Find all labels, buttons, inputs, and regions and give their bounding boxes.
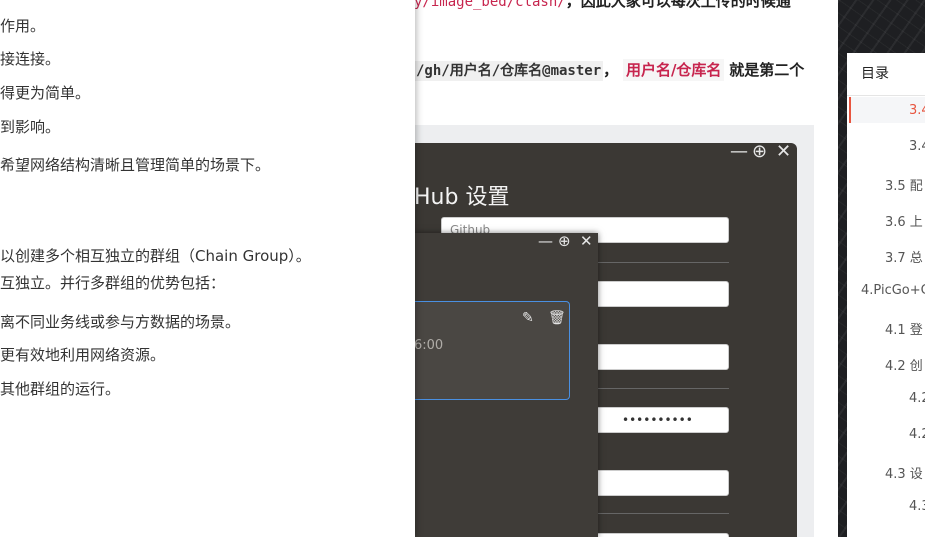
- minimize-icon[interactable]: —: [538, 233, 553, 249]
- doc-line: 离不同业务线或参与方数据的场景。: [0, 313, 241, 331]
- article-text-1: ，因此大家可以每次上传的时候通: [565, 0, 791, 10]
- edit-icon[interactable]: ✎: [522, 310, 534, 326]
- toc-item[interactable]: 4.1 登: [885, 319, 923, 338]
- inline-code-repo: 用户名/仓库名: [622, 59, 725, 81]
- config-list-dialog: — ⊕ ✕ ✎ 🗑 6:00: [414, 233, 598, 537]
- divider: [847, 95, 925, 96]
- maximize-icon[interactable]: ⊕: [752, 143, 767, 161]
- toc-item[interactable]: 3.6 上: [885, 211, 923, 230]
- doc-line: 接连接。: [0, 50, 61, 68]
- doc-line: 到影响。: [0, 118, 61, 136]
- toc-item[interactable]: 3.5 配: [885, 175, 923, 194]
- toc-item[interactable]: 4.3 设: [885, 463, 923, 482]
- config-card[interactable]: ✎ 🗑 6:00: [414, 301, 570, 400]
- toc-item[interactable]: 4.2 创: [885, 355, 923, 374]
- article-paragraph-1: y/image_bed/clash/，因此大家可以每次上传的时候通: [414, 0, 791, 11]
- doc-line: 作用。: [0, 17, 46, 35]
- doc-line: 更有效地利用网络资源。: [0, 346, 166, 364]
- settings-title: Hub 设置: [414, 185, 510, 210]
- close-icon[interactable]: ✕: [776, 143, 791, 161]
- close-icon[interactable]: ✕: [580, 233, 593, 249]
- article-separator: ，: [603, 61, 619, 79]
- toc-item[interactable]: 3.4: [909, 139, 925, 154]
- toc-item[interactable]: 4.PicGo+C: [861, 283, 925, 298]
- inline-code-cdn: /gh/用户名/仓库名@master: [414, 61, 604, 81]
- inline-code-path: y/image_bed/clash/: [414, 0, 566, 10]
- maximize-icon[interactable]: ⊕: [558, 233, 571, 249]
- minimize-icon[interactable]: —: [730, 143, 748, 161]
- toc-item[interactable]: 4.3: [909, 499, 925, 514]
- doc-line: 希望网络结构清晰且管理简单的场景下。: [0, 156, 271, 174]
- toc-header: 目录: [861, 66, 889, 82]
- toc-item[interactable]: 4.2: [909, 427, 925, 442]
- toc-item[interactable]: 3.4: [909, 103, 925, 118]
- left-document-window: 作用。 接连接。 得更为简单。 到影响。 希望网络结构清晰且管理简单的场景下。 …: [0, 0, 415, 537]
- config-card-time: 6:00: [414, 338, 444, 353]
- doc-line: 以创建多个相互独立的群组（Chain Group）。: [0, 247, 311, 265]
- toc-item[interactable]: 3.7 总: [885, 247, 923, 266]
- toc-item[interactable]: 4.2: [909, 391, 925, 406]
- article-text-2: 就是第二个: [729, 61, 805, 79]
- article-paragraph-2: /gh/用户名/仓库名@master， 用户名/仓库名 就是第二个: [414, 59, 805, 81]
- table-of-contents: 目录 3.4 3.4 3.5 配 3.6 上 3.7 总 4.PicGo+C 4…: [847, 53, 925, 537]
- doc-line: 互独立。并行多群组的优势包括：: [0, 274, 226, 292]
- doc-line: 其他群组的运行。: [0, 380, 121, 398]
- article-window: y/image_bed/clash/，因此大家可以每次上传的时候通 /gh/用户…: [414, 0, 838, 537]
- doc-line: 得更为简单。: [0, 84, 91, 102]
- delete-icon[interactable]: 🗑: [548, 310, 566, 326]
